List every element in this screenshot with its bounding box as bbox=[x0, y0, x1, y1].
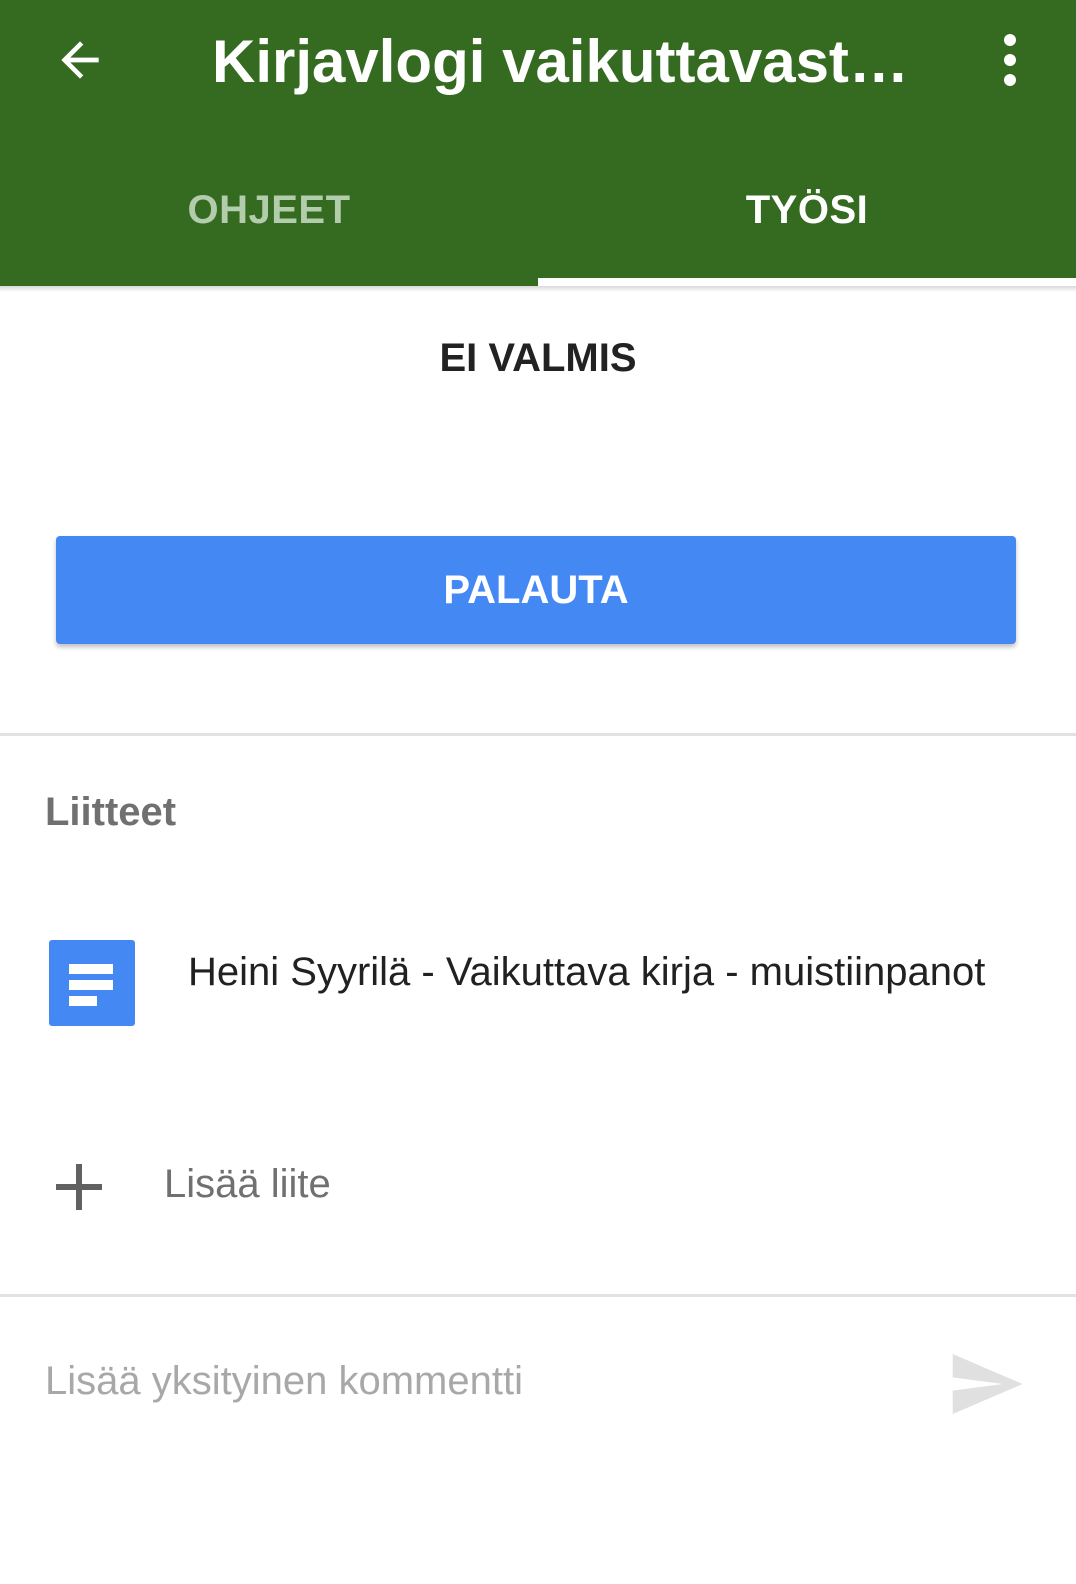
attachment-item[interactable]: Heini Syyrilä - Vaikuttava kirja - muist… bbox=[0, 920, 1076, 1046]
app-bar-shadow bbox=[0, 286, 1076, 292]
tab-bar: OHJEET TYÖSI bbox=[0, 150, 1076, 286]
attachment-name: Heini Syyrilä - Vaikuttava kirja - muist… bbox=[188, 950, 986, 994]
tab-instructions-label: OHJEET bbox=[187, 187, 351, 232]
back-button[interactable] bbox=[40, 20, 120, 100]
attachments-heading: Liitteet bbox=[45, 790, 177, 834]
plus-icon bbox=[56, 1164, 102, 1210]
send-icon bbox=[952, 1354, 1023, 1414]
doc-icon-line bbox=[69, 964, 113, 974]
assignment-screen: Kirjavlogi vaikuttavasta kirjasta OHJEET… bbox=[0, 0, 1076, 1584]
active-tab-indicator bbox=[538, 278, 1076, 286]
tab-your-work-label: TYÖSI bbox=[745, 187, 869, 232]
app-bar: Kirjavlogi vaikuttavasta kirjasta OHJEET… bbox=[0, 0, 1076, 286]
submit-button[interactable]: PALAUTA bbox=[56, 536, 1016, 644]
add-attachment-label: Lisää liite bbox=[164, 1162, 331, 1206]
more-options-button[interactable] bbox=[970, 20, 1050, 100]
tab-instructions[interactable]: OHJEET bbox=[0, 150, 538, 286]
doc-icon-line bbox=[69, 996, 97, 1006]
private-comment-input[interactable] bbox=[45, 1346, 905, 1416]
arrow-back-icon bbox=[61, 41, 99, 79]
divider bbox=[0, 733, 1076, 736]
send-comment-button[interactable] bbox=[946, 1344, 1026, 1424]
page-title: Kirjavlogi vaikuttavasta kirjasta bbox=[212, 28, 927, 95]
more-vert-icon bbox=[1004, 34, 1016, 86]
status-label: EI VALMIS bbox=[439, 336, 637, 380]
tab-your-work[interactable]: TYÖSI bbox=[538, 150, 1076, 286]
doc-icon-line bbox=[69, 980, 113, 990]
google-docs-icon bbox=[49, 940, 135, 1026]
add-attachment-button[interactable]: Lisää liite bbox=[0, 1130, 1076, 1240]
divider bbox=[0, 1294, 1076, 1297]
